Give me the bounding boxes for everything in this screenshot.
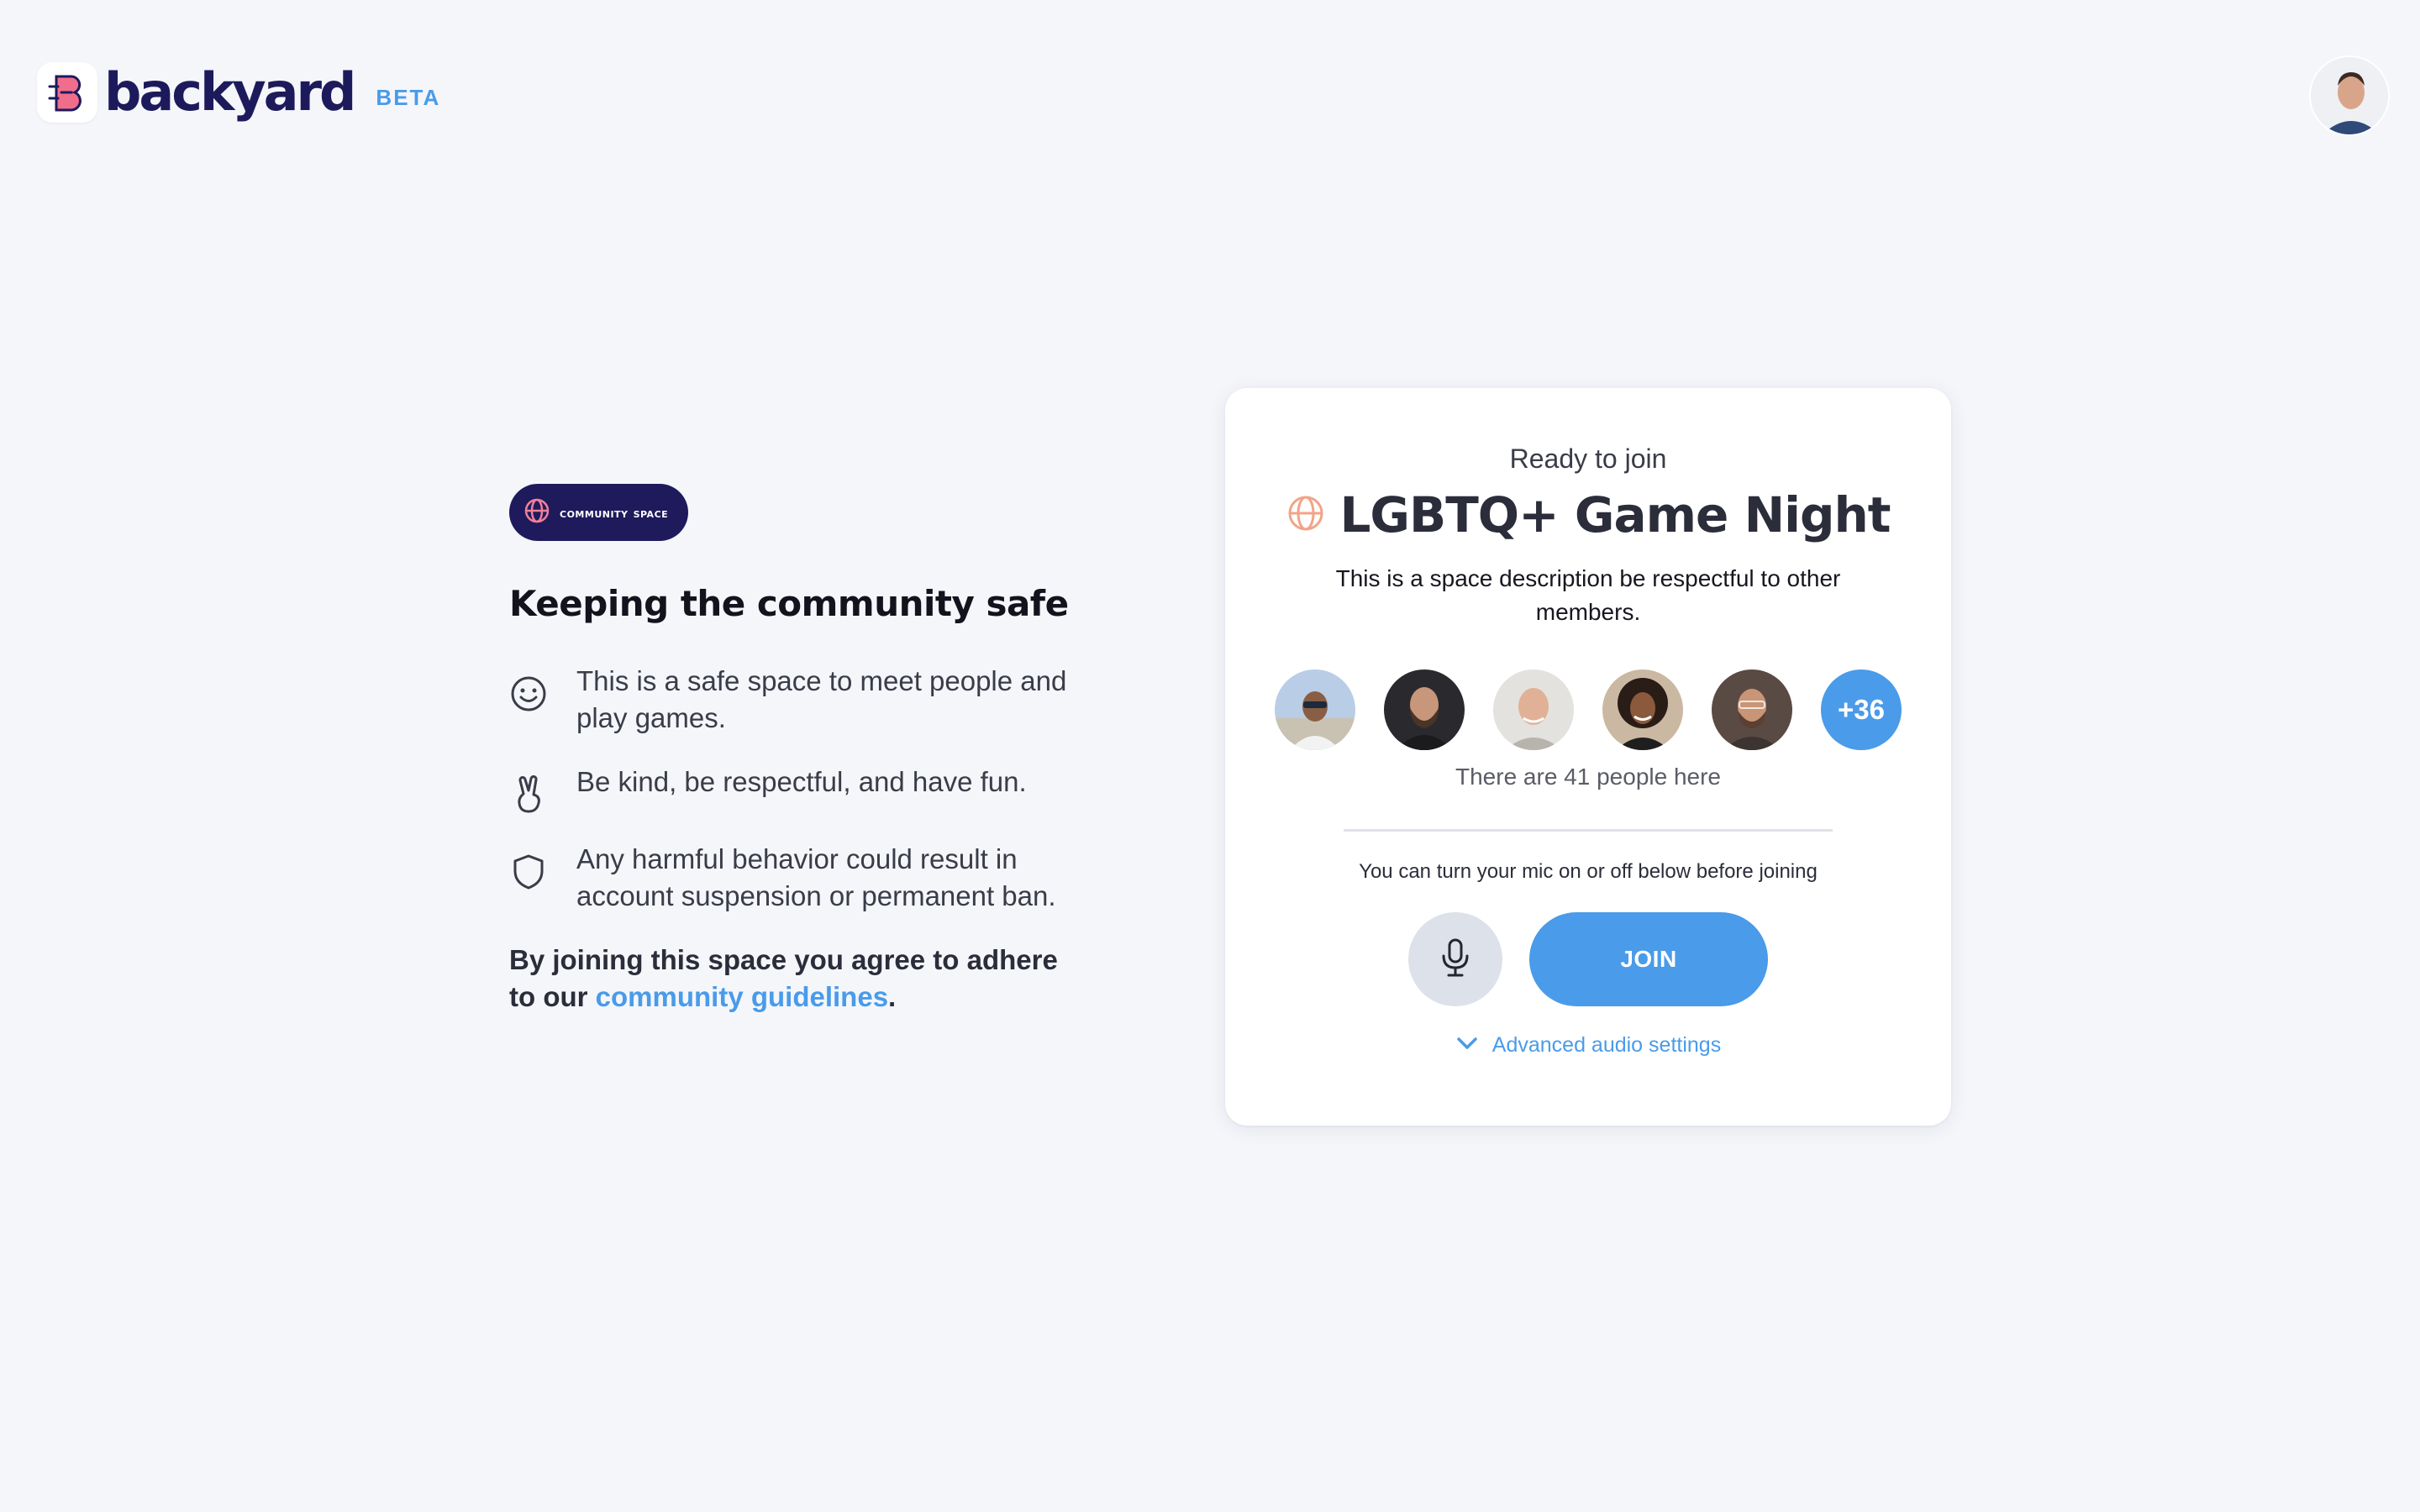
ready-label: Ready to join (1509, 444, 1667, 474)
more-members-count[interactable]: +36 (1821, 669, 1902, 750)
advanced-audio-settings-toggle[interactable]: Advanced audio settings (1225, 1033, 1951, 1058)
user-avatar[interactable] (2309, 55, 2390, 136)
space-title: LGBTQ+ Game Night (1339, 486, 1891, 543)
rule-text: Any harmful behavior could result in acc… (576, 843, 1056, 911)
member-avatar (1493, 669, 1574, 750)
member-avatar (1384, 669, 1465, 750)
people-count: There are 41 people here (1455, 764, 1721, 790)
mic-hint: You can turn your mic on or off below be… (1359, 860, 1818, 883)
brand-logo[interactable]: backyard BETA (37, 62, 440, 123)
rules-list: This is a safe space to meet people and … (509, 663, 1114, 915)
community-guidelines-link[interactable]: community guidelines (596, 981, 888, 1012)
member-avatar (1712, 669, 1792, 750)
rule-item: Be kind, be respectful, and have fun. (509, 764, 1114, 814)
agreement-suffix: . (888, 981, 897, 1012)
backyard-logo-icon (37, 62, 97, 123)
beta-label: BETA (376, 84, 441, 110)
space-title-row: LGBTQ+ Game Night (1225, 486, 1951, 543)
badge-label: community space (560, 504, 669, 521)
mic-toggle-button[interactable] (1408, 912, 1502, 1006)
rule-item: Any harmful behavior could result in acc… (509, 841, 1114, 915)
rule-text: Be kind, be respectful, and have fun. (576, 766, 1027, 797)
community-rules-panel: community space Keeping the community sa… (509, 484, 1114, 1016)
microphone-icon (1439, 937, 1472, 982)
chevron-down-icon (1455, 1035, 1479, 1056)
join-controls: JOIN (1225, 912, 1951, 1006)
globe-icon (523, 496, 551, 529)
space-description: This is a space description be respectfu… (1335, 565, 1841, 625)
join-card: Ready to join LGBTQ+ Game Night This is … (1225, 388, 1951, 1126)
member-avatars: +36 (1225, 669, 1951, 750)
globe-icon (1286, 493, 1326, 538)
section-title: Keeping the community safe (509, 583, 1069, 624)
peace-hand-icon (509, 775, 548, 814)
join-space-page: backyard BETA community space Keeping th… (0, 0, 2420, 1512)
rule-text: This is a safe space to meet people and … (576, 665, 1067, 733)
community-space-badge: community space (509, 484, 689, 541)
join-button[interactable]: JOIN (1529, 912, 1768, 1006)
member-avatar (1602, 669, 1683, 750)
advanced-audio-settings-label: Advanced audio settings (1491, 1033, 1722, 1057)
member-avatar (1275, 669, 1355, 750)
divider (1344, 829, 1833, 832)
rule-item: This is a safe space to meet people and … (509, 663, 1114, 737)
shield-icon (509, 853, 548, 891)
smiley-icon (509, 675, 548, 713)
brand-name: backyard (104, 61, 356, 123)
agreement-text: By joining this space you agree to adher… (509, 942, 1064, 1016)
